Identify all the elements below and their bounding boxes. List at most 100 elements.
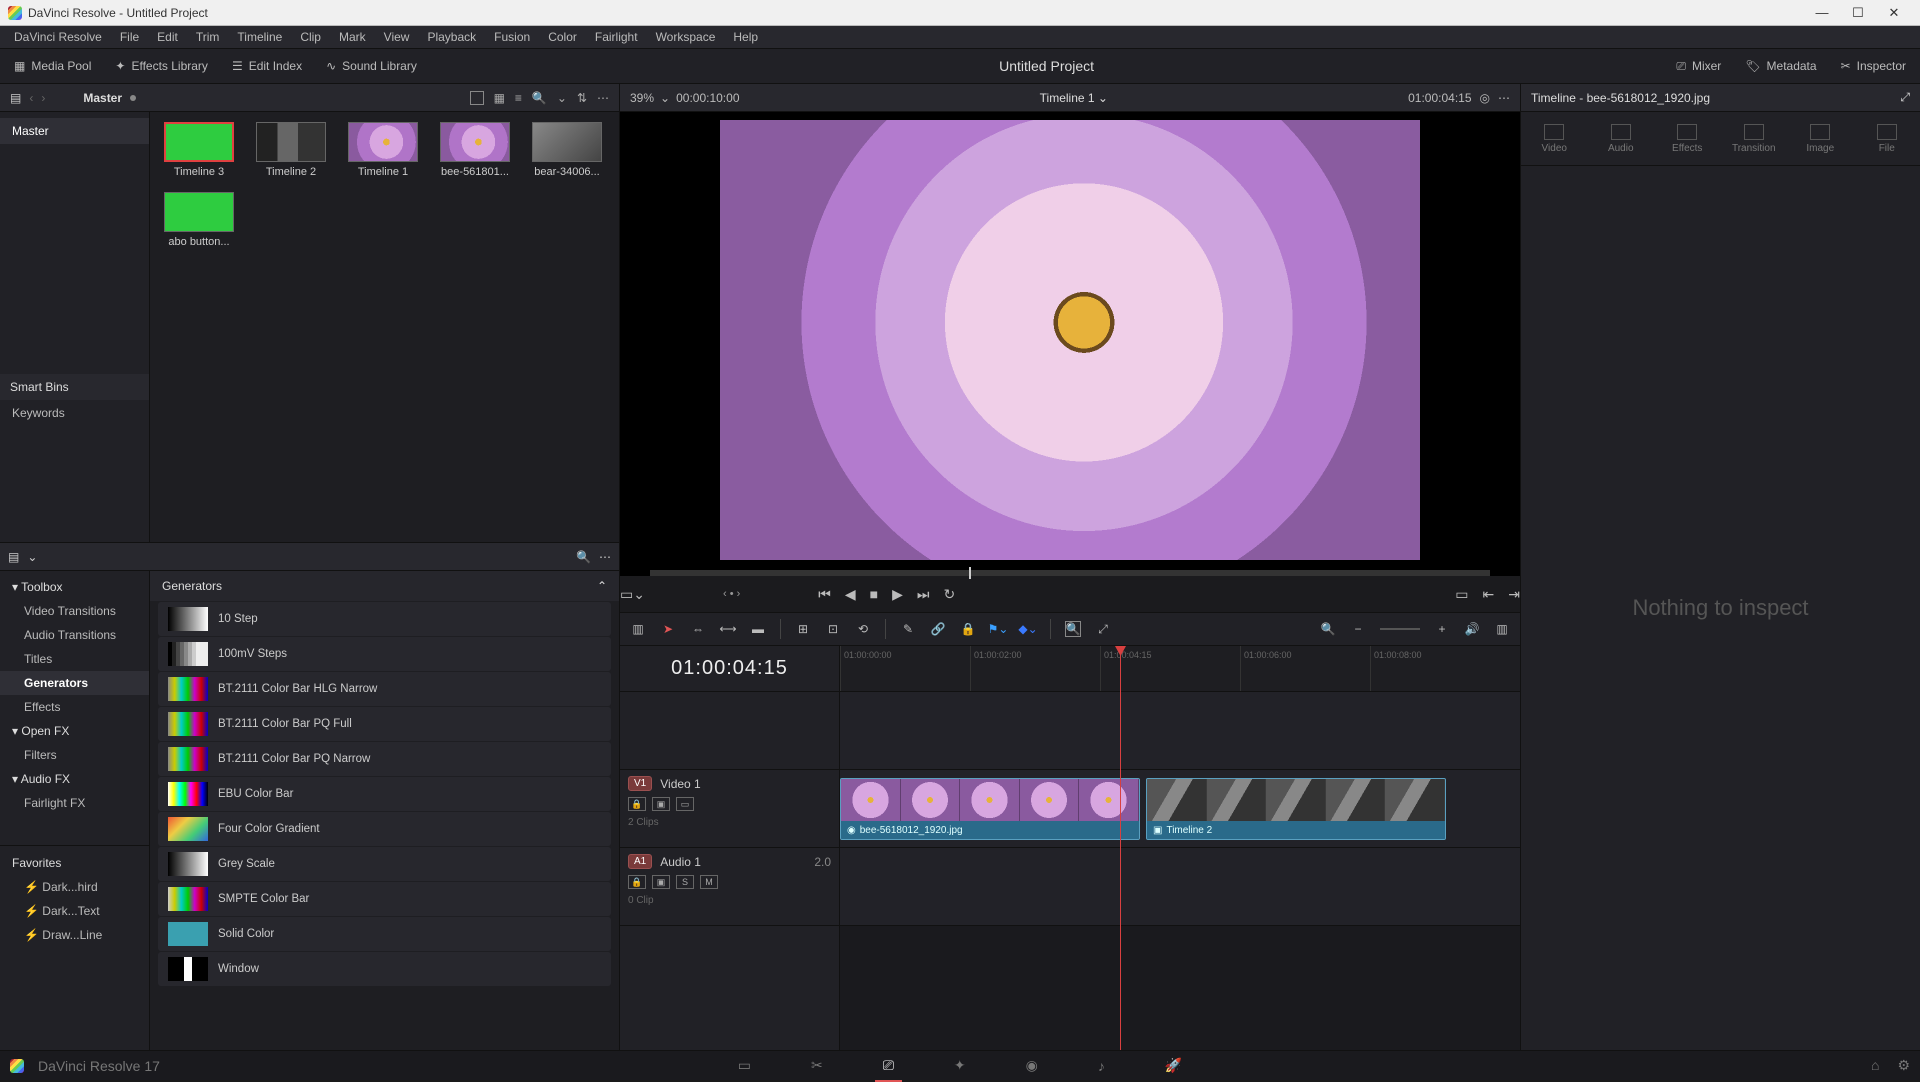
menu-workspace[interactable]: Workspace: [648, 28, 724, 46]
cat-audiofx[interactable]: ▾ Audio FX: [0, 767, 149, 791]
cat-titles[interactable]: Titles: [0, 647, 149, 671]
tab-audio[interactable]: Audio: [1595, 124, 1647, 154]
timeline-clip[interactable]: ▣Timeline 2: [1146, 778, 1446, 840]
timeline-view-icon[interactable]: ▥: [630, 621, 646, 637]
strip-view-icon[interactable]: [470, 91, 484, 105]
close-button[interactable]: ✕: [1876, 0, 1912, 26]
lock-icon[interactable]: 🔒: [960, 621, 976, 637]
zoom-value[interactable]: 39%: [630, 91, 654, 105]
match-frame-icon[interactable]: ▭: [1455, 586, 1468, 603]
chevron-down-icon[interactable]: ⌄: [557, 91, 567, 105]
menu-view[interactable]: View: [376, 28, 418, 46]
media-clip[interactable]: Timeline 3: [160, 122, 238, 178]
media-clip[interactable]: abo button...: [160, 192, 238, 248]
panel-menu-icon[interactable]: ▤: [10, 91, 21, 105]
prev-marker-icon[interactable]: ‹ • ›: [723, 588, 740, 600]
expand-icon[interactable]: ⤢: [1900, 90, 1910, 105]
generator-item[interactable]: 100mV Steps: [158, 637, 611, 671]
viewer-canvas[interactable]: [720, 120, 1420, 560]
smart-bins-header[interactable]: Smart Bins: [0, 374, 149, 400]
clip-thumbnail[interactable]: [256, 122, 326, 162]
mute-button[interactable]: M: [700, 875, 718, 889]
tab-video[interactable]: Video: [1528, 124, 1580, 154]
smart-bin-keywords[interactable]: Keywords: [0, 400, 149, 426]
sync-icon[interactable]: ◎: [1480, 91, 1490, 105]
generator-item[interactable]: Window: [158, 952, 611, 986]
more-icon[interactable]: ⋯: [599, 550, 611, 564]
cat-effects[interactable]: Effects: [0, 695, 149, 719]
page-deliver[interactable]: 🚀: [1165, 1057, 1182, 1074]
menu-playback[interactable]: Playback: [419, 28, 484, 46]
media-clip[interactable]: bee-561801...: [436, 122, 514, 178]
timeline-tracks[interactable]: 01:00:00:00 01:00:02:00 01:00:04:15 01:0…: [840, 646, 1520, 1050]
minimize-button[interactable]: —: [1804, 0, 1840, 26]
search-icon[interactable]: 🔍: [576, 550, 591, 564]
mixer-toggle[interactable]: ⎚ Mixer: [1670, 57, 1727, 76]
menu-clip[interactable]: Clip: [292, 28, 329, 46]
timeline-ruler[interactable]: 01:00:00:00 01:00:02:00 01:00:04:15 01:0…: [840, 646, 1520, 692]
chevron-down-icon[interactable]: ⌄: [27, 550, 37, 564]
media-pool-toggle[interactable]: ▦ Media Pool: [8, 57, 97, 75]
overlay-menu-icon[interactable]: ▭⌄: [620, 586, 645, 603]
clip-thumbnail[interactable]: [532, 122, 602, 162]
metadata-toggle[interactable]: 🏷 Metadata: [1739, 57, 1822, 75]
cat-filters[interactable]: Filters: [0, 743, 149, 767]
page-fusion[interactable]: ✦: [954, 1057, 966, 1074]
go-out-icon[interactable]: ⇥: [1508, 586, 1520, 603]
clip-thumbnail[interactable]: [164, 192, 234, 232]
menu-app[interactable]: DaVinci Resolve: [6, 28, 110, 46]
zoom-slider[interactable]: [1380, 628, 1420, 630]
generator-item[interactable]: Four Color Gradient: [158, 812, 611, 846]
menu-file[interactable]: File: [112, 28, 147, 46]
selection-tool[interactable]: ➤: [660, 621, 676, 637]
viewer-timecode[interactable]: 01:00:04:15: [1408, 91, 1471, 105]
step-back-button[interactable]: ◀: [845, 586, 856, 603]
dynamic-trim-icon[interactable]: ⟷: [720, 621, 736, 637]
list-view-icon[interactable]: ≡: [515, 91, 522, 105]
search-icon[interactable]: 🔍: [532, 91, 547, 105]
overwrite-clip-icon[interactable]: ⊡: [825, 621, 841, 637]
cat-openfx[interactable]: ▾ Open FX: [0, 719, 149, 743]
first-frame-button[interactable]: ⏮: [818, 586, 831, 603]
playhead-icon[interactable]: [969, 567, 971, 579]
grid-view-icon[interactable]: ▦: [494, 91, 505, 105]
tab-file[interactable]: File: [1861, 124, 1913, 154]
cat-audio-transitions[interactable]: Audio Transitions: [0, 623, 149, 647]
page-media[interactable]: ▭: [738, 1057, 751, 1074]
nav-back-icon[interactable]: ‹: [29, 91, 33, 105]
sort-icon[interactable]: ⇅: [577, 91, 587, 105]
last-frame-button[interactable]: ⏭: [917, 586, 930, 603]
page-cut[interactable]: ✂: [811, 1057, 823, 1074]
lock-icon[interactable]: 🔒: [628, 875, 646, 889]
timeline-timecode[interactable]: 01:00:04:15: [620, 646, 839, 692]
menu-help[interactable]: Help: [725, 28, 766, 46]
razor-icon[interactable]: ✎: [900, 621, 916, 637]
stop-button[interactable]: ■: [870, 586, 878, 602]
chevron-down-icon[interactable]: ⌄: [660, 91, 670, 105]
inspector-toggle[interactable]: ✂ Inspector: [1835, 57, 1912, 75]
page-fairlight[interactable]: ♪: [1098, 1058, 1105, 1074]
bin-master[interactable]: Master: [0, 118, 149, 144]
media-clip[interactable]: bear-34006...: [528, 122, 606, 178]
collapse-icon[interactable]: ⌃: [597, 579, 607, 593]
generator-item[interactable]: BT.2111 Color Bar PQ Full: [158, 707, 611, 741]
insert-clip-icon[interactable]: ⊞: [795, 621, 811, 637]
cat-fairlightfx[interactable]: Fairlight FX: [0, 791, 149, 815]
clip-thumbnail[interactable]: [164, 122, 234, 162]
more-icon[interactable]: ⋯: [1498, 91, 1510, 105]
cat-toolbox[interactable]: ▾ Toolbox: [0, 575, 149, 599]
menu-mark[interactable]: Mark: [331, 28, 374, 46]
media-clip[interactable]: Timeline 2: [252, 122, 330, 178]
panel-menu-icon[interactable]: ▤: [8, 550, 19, 564]
page-color[interactable]: ◉: [1026, 1057, 1038, 1074]
timeline-playhead[interactable]: [1120, 646, 1121, 1050]
cat-video-transitions[interactable]: Video Transitions: [0, 599, 149, 623]
timeline-clip[interactable]: ◉bee-5618012_1920.jpg: [840, 778, 1140, 840]
edit-index-toggle[interactable]: ☰ Edit Index: [226, 57, 308, 75]
auto-select-icon[interactable]: ▣: [652, 875, 670, 889]
timeline-options-icon[interactable]: ▥: [1494, 621, 1510, 637]
viewer-timeline-name[interactable]: Timeline 1: [1040, 91, 1095, 105]
fav-item[interactable]: ⚡ Draw...Line: [0, 923, 149, 947]
cat-generators[interactable]: Generators: [0, 671, 149, 695]
home-icon[interactable]: ⌂: [1871, 1057, 1879, 1074]
